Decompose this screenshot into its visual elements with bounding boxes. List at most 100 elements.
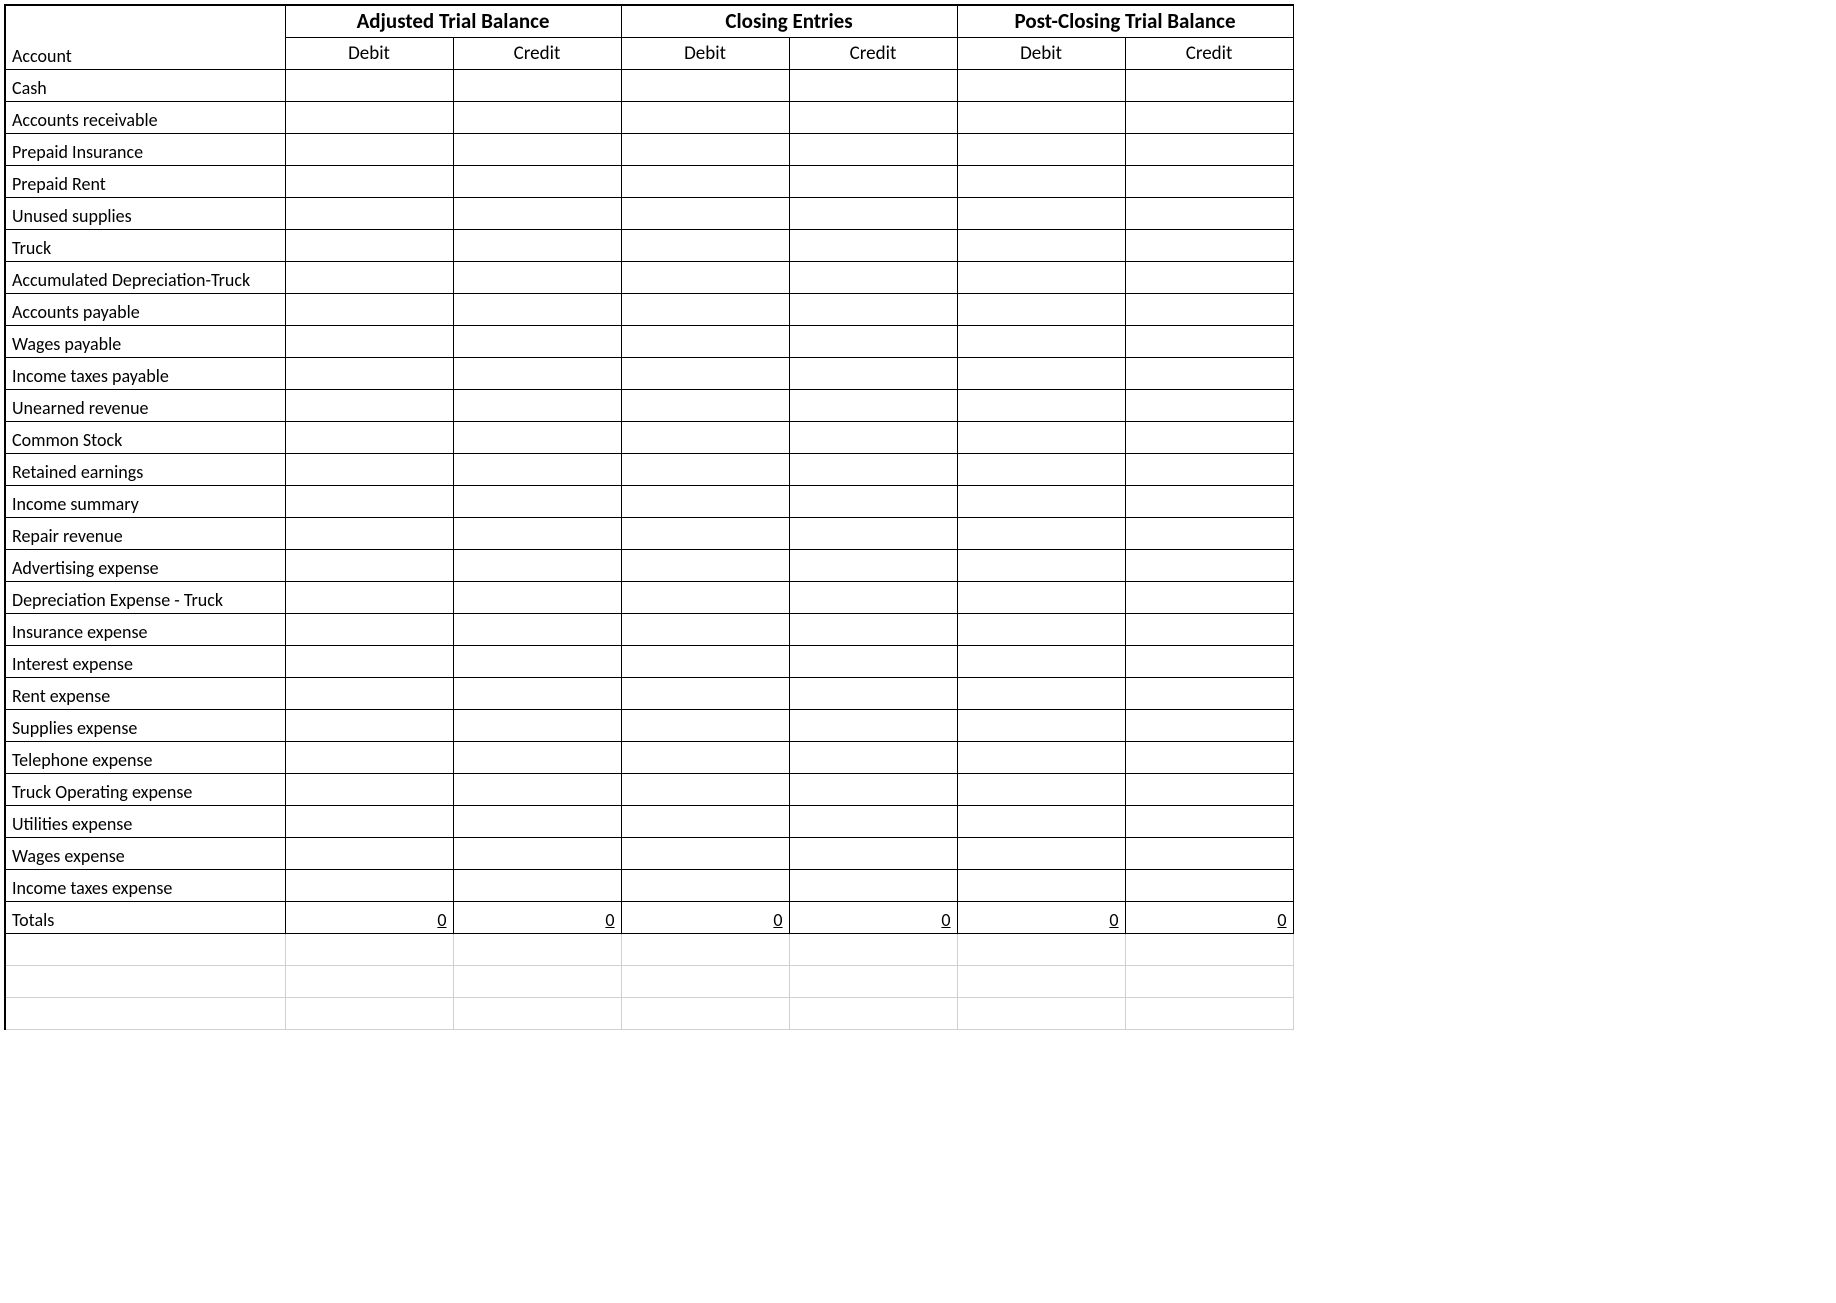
- pc-credit-cell[interactable]: [1125, 837, 1293, 869]
- atb-credit-cell[interactable]: [453, 197, 621, 229]
- pc-debit-cell[interactable]: [957, 709, 1125, 741]
- atb-debit-cell[interactable]: [285, 133, 453, 165]
- pc-debit-cell[interactable]: [957, 133, 1125, 165]
- atb-credit-cell[interactable]: [453, 325, 621, 357]
- pc-debit-cell[interactable]: [957, 389, 1125, 421]
- atb-credit-cell[interactable]: [453, 261, 621, 293]
- atb-debit-cell[interactable]: [285, 389, 453, 421]
- ce-credit-cell[interactable]: [789, 485, 957, 517]
- atb-credit-cell[interactable]: [453, 709, 621, 741]
- ce-credit-cell[interactable]: [789, 165, 957, 197]
- pc-credit-cell[interactable]: [1125, 709, 1293, 741]
- pc-credit-cell[interactable]: [1125, 645, 1293, 677]
- ce-debit-cell[interactable]: [621, 229, 789, 261]
- totals-pc-credit[interactable]: 0: [1125, 901, 1293, 933]
- ce-credit-cell[interactable]: [789, 69, 957, 101]
- pc-credit-cell[interactable]: [1125, 261, 1293, 293]
- atb-debit-cell[interactable]: [285, 645, 453, 677]
- pc-credit-cell[interactable]: [1125, 517, 1293, 549]
- ce-credit-cell[interactable]: [789, 645, 957, 677]
- atb-credit-cell[interactable]: [453, 165, 621, 197]
- atb-debit-cell[interactable]: [285, 677, 453, 709]
- pc-credit-cell[interactable]: [1125, 549, 1293, 581]
- atb-credit-cell[interactable]: [453, 837, 621, 869]
- atb-debit-cell[interactable]: [285, 421, 453, 453]
- pc-credit-cell[interactable]: [1125, 293, 1293, 325]
- ce-debit-cell[interactable]: [621, 549, 789, 581]
- atb-credit-cell[interactable]: [453, 485, 621, 517]
- pc-debit-cell[interactable]: [957, 645, 1125, 677]
- ce-debit-cell[interactable]: [621, 453, 789, 485]
- atb-credit-cell[interactable]: [453, 357, 621, 389]
- ce-credit-cell[interactable]: [789, 357, 957, 389]
- totals-ce-debit[interactable]: 0: [621, 901, 789, 933]
- ce-debit-cell[interactable]: [621, 133, 789, 165]
- atb-credit-cell[interactable]: [453, 389, 621, 421]
- ce-credit-cell[interactable]: [789, 229, 957, 261]
- ce-credit-cell[interactable]: [789, 389, 957, 421]
- atb-debit-cell[interactable]: [285, 197, 453, 229]
- ce-debit-cell[interactable]: [621, 741, 789, 773]
- pc-credit-cell[interactable]: [1125, 773, 1293, 805]
- pc-debit-cell[interactable]: [957, 837, 1125, 869]
- atb-credit-cell[interactable]: [453, 645, 621, 677]
- pc-debit-cell[interactable]: [957, 453, 1125, 485]
- atb-debit-cell[interactable]: [285, 517, 453, 549]
- atb-credit-cell[interactable]: [453, 549, 621, 581]
- atb-debit-cell[interactable]: [285, 101, 453, 133]
- atb-credit-cell[interactable]: [453, 101, 621, 133]
- pc-credit-cell[interactable]: [1125, 133, 1293, 165]
- ce-debit-cell[interactable]: [621, 325, 789, 357]
- atb-debit-cell[interactable]: [285, 805, 453, 837]
- pc-debit-cell[interactable]: [957, 421, 1125, 453]
- ce-credit-cell[interactable]: [789, 741, 957, 773]
- pc-credit-cell[interactable]: [1125, 197, 1293, 229]
- ce-credit-cell[interactable]: [789, 805, 957, 837]
- ce-credit-cell[interactable]: [789, 869, 957, 901]
- atb-debit-cell[interactable]: [285, 485, 453, 517]
- pc-debit-cell[interactable]: [957, 293, 1125, 325]
- ce-credit-cell[interactable]: [789, 549, 957, 581]
- ce-credit-cell[interactable]: [789, 325, 957, 357]
- pc-credit-cell[interactable]: [1125, 741, 1293, 773]
- pc-debit-cell[interactable]: [957, 101, 1125, 133]
- atb-debit-cell[interactable]: [285, 453, 453, 485]
- atb-credit-cell[interactable]: [453, 613, 621, 645]
- totals-ce-credit[interactable]: 0: [789, 901, 957, 933]
- pc-credit-cell[interactable]: [1125, 165, 1293, 197]
- pc-debit-cell[interactable]: [957, 677, 1125, 709]
- pc-debit-cell[interactable]: [957, 549, 1125, 581]
- ce-credit-cell[interactable]: [789, 261, 957, 293]
- pc-credit-cell[interactable]: [1125, 485, 1293, 517]
- ce-debit-cell[interactable]: [621, 101, 789, 133]
- ce-credit-cell[interactable]: [789, 293, 957, 325]
- pc-debit-cell[interactable]: [957, 613, 1125, 645]
- ce-debit-cell[interactable]: [621, 773, 789, 805]
- atb-credit-cell[interactable]: [453, 869, 621, 901]
- atb-debit-cell[interactable]: [285, 293, 453, 325]
- pc-credit-cell[interactable]: [1125, 229, 1293, 261]
- atb-credit-cell[interactable]: [453, 133, 621, 165]
- ce-debit-cell[interactable]: [621, 69, 789, 101]
- pc-debit-cell[interactable]: [957, 581, 1125, 613]
- atb-debit-cell[interactable]: [285, 229, 453, 261]
- pc-debit-cell[interactable]: [957, 805, 1125, 837]
- ce-debit-cell[interactable]: [621, 421, 789, 453]
- ce-credit-cell[interactable]: [789, 709, 957, 741]
- ce-debit-cell[interactable]: [621, 709, 789, 741]
- ce-debit-cell[interactable]: [621, 517, 789, 549]
- ce-credit-cell[interactable]: [789, 517, 957, 549]
- pc-credit-cell[interactable]: [1125, 453, 1293, 485]
- atb-debit-cell[interactable]: [285, 165, 453, 197]
- ce-credit-cell[interactable]: [789, 581, 957, 613]
- pc-credit-cell[interactable]: [1125, 613, 1293, 645]
- atb-debit-cell[interactable]: [285, 741, 453, 773]
- atb-credit-cell[interactable]: [453, 805, 621, 837]
- atb-credit-cell[interactable]: [453, 677, 621, 709]
- ce-debit-cell[interactable]: [621, 805, 789, 837]
- ce-debit-cell[interactable]: [621, 389, 789, 421]
- atb-debit-cell[interactable]: [285, 549, 453, 581]
- ce-debit-cell[interactable]: [621, 485, 789, 517]
- ce-debit-cell[interactable]: [621, 645, 789, 677]
- ce-debit-cell[interactable]: [621, 293, 789, 325]
